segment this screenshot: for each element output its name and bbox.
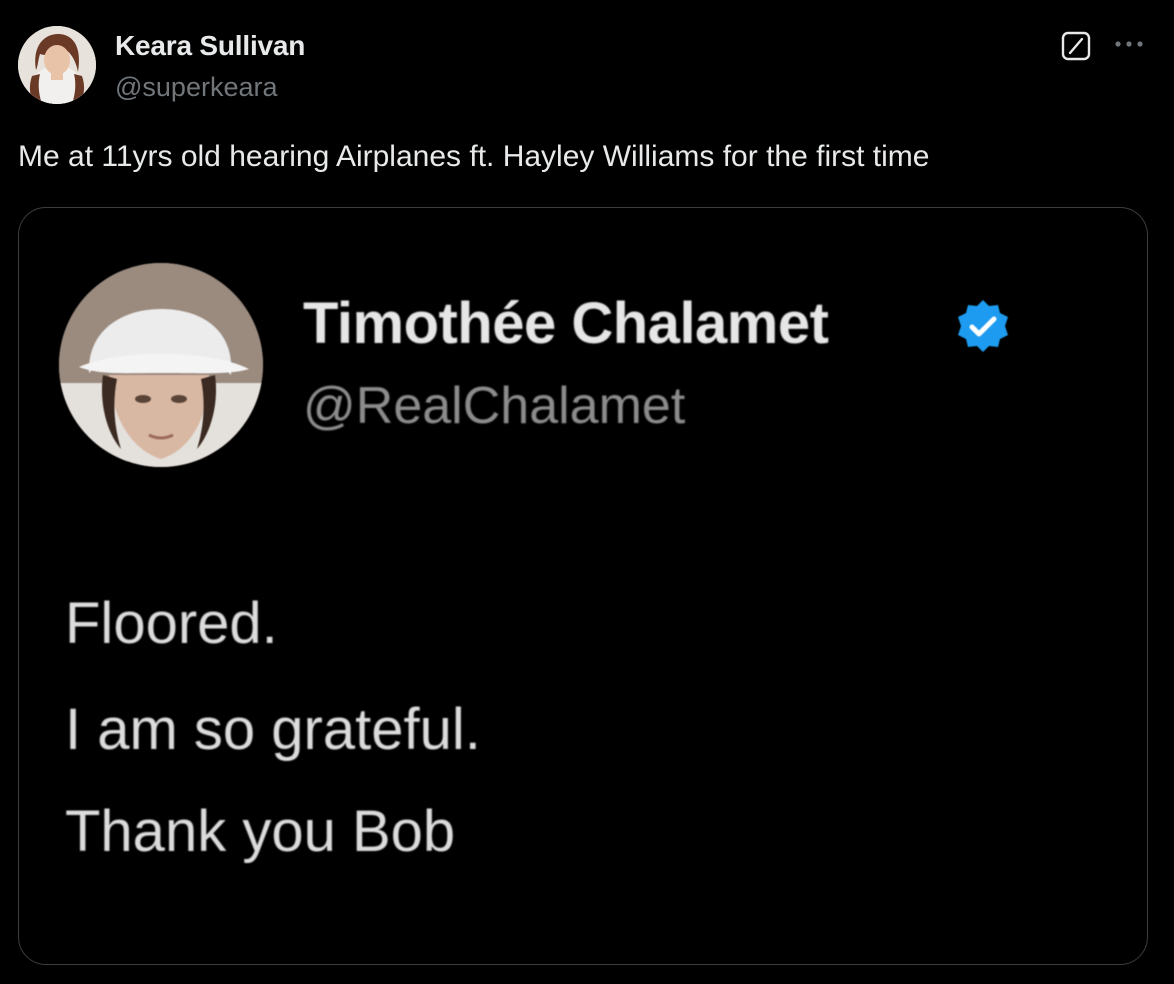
embedded-name: Timothée Chalamet [303, 291, 829, 356]
author-avatar[interactable] [18, 26, 96, 104]
tweet-media[interactable]: Timothée Chalamet @RealChalamet Floored.… [18, 207, 1148, 965]
embedded-avatar [59, 263, 263, 467]
tweet-text: Me at 11yrs old hearing Airplanes ft. Ha… [18, 140, 930, 173]
more-button[interactable] [1112, 34, 1146, 54]
portrait-photo-icon [59, 263, 263, 467]
author-name[interactable]: Keara Sullivan [115, 30, 305, 62]
embedded-text-line: Thank you Bob [65, 799, 456, 864]
embedded-text-line: Floored. [65, 591, 278, 656]
more-horizontal-icon [1115, 41, 1143, 47]
grok-button[interactable] [1060, 30, 1092, 62]
grok-icon [1061, 31, 1091, 61]
verified-badge-icon [953, 296, 1013, 356]
embedded-text-line: I am so grateful. [65, 697, 481, 762]
tweet: Keara Sullivan @superkeara Me at 11yrs o… [0, 0, 1174, 984]
embedded-handle: @RealChalamet [303, 377, 686, 435]
profile-photo-icon [18, 26, 96, 104]
author-handle[interactable]: @superkeara [115, 72, 278, 103]
